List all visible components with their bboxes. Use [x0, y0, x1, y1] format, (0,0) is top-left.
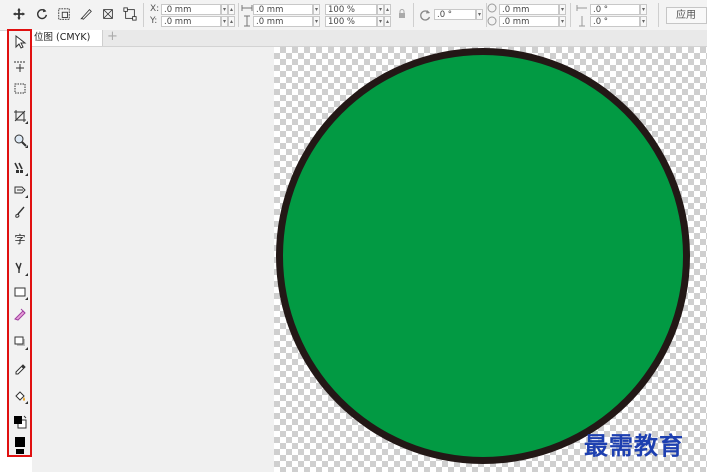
rotation-angle-input[interactable]: .0 °: [434, 9, 476, 20]
green-circle-shape[interactable]: [276, 48, 690, 464]
width-spinner[interactable]: ▾: [313, 4, 320, 15]
document-canvas[interactable]: [274, 47, 707, 472]
separator: [658, 3, 659, 27]
color-swatches[interactable]: [11, 413, 29, 431]
skew-horizontal-input[interactable]: .0 °: [590, 4, 640, 15]
lock-ratio-icon[interactable]: [397, 9, 407, 19]
apply-button[interactable]: 应用: [666, 7, 707, 24]
crop-tool[interactable]: [11, 107, 29, 125]
flyout-indicator: [25, 273, 28, 276]
center-y-spinner[interactable]: ▾: [559, 16, 566, 27]
height-icon: [241, 15, 253, 27]
separator: [570, 3, 571, 27]
object-tool[interactable]: [11, 333, 29, 351]
bounding-box-icon[interactable]: [122, 6, 138, 22]
scale-icon[interactable]: [56, 6, 72, 22]
scale-x-spinner-up[interactable]: ▴: [384, 4, 391, 15]
rotate-icon[interactable]: [34, 6, 50, 22]
separator: [413, 3, 414, 27]
property-bar: X: Y: .0 mm .0 mm ▾ ▴ ▾ ▴ .0 mm .0 mm ▾ …: [0, 0, 707, 31]
center-x-spinner[interactable]: ▾: [559, 4, 566, 15]
toolbox: 字: [7, 29, 32, 457]
center-x-input[interactable]: .0 mm: [499, 4, 559, 15]
distort-icon[interactable]: [100, 6, 116, 22]
width-icon: [241, 2, 253, 14]
y-label: Y:: [150, 16, 158, 26]
flyout-indicator: [25, 195, 28, 198]
separator: [143, 3, 144, 27]
eraser-icon: [14, 308, 26, 321]
scale-x-spinner[interactable]: ▾: [377, 4, 384, 15]
scale-y-spinner[interactable]: ▾: [377, 16, 384, 27]
document-tab-bar: 位图 (CMYK) +: [30, 30, 707, 47]
toolbox-bottom-swatch: [11, 449, 29, 455]
add-tab-icon[interactable]: +: [106, 30, 119, 44]
eraser-tool[interactable]: [11, 305, 29, 323]
separator: [238, 3, 239, 27]
red-eye-tool[interactable]: [11, 159, 29, 177]
swatch-black-icon: [15, 437, 25, 447]
skew-vertical-icon: [576, 15, 588, 27]
marquee-cross-icon: [14, 61, 26, 72]
smudge-tool[interactable]: [11, 181, 29, 199]
width-input[interactable]: .0 mm: [253, 4, 313, 15]
y-position-input[interactable]: .0 mm: [161, 16, 221, 27]
flyout-indicator: [25, 145, 28, 148]
flyout-indicator: [25, 121, 28, 124]
skew-icon[interactable]: [78, 6, 94, 22]
skew-vertical-input[interactable]: .0 °: [590, 16, 640, 27]
x-spinner-up[interactable]: ▴: [228, 4, 235, 15]
y-spinner[interactable]: ▾: [221, 16, 228, 27]
center-y-icon: [486, 15, 498, 27]
scale-x-input[interactable]: 100 %: [325, 4, 377, 15]
freeform-pick-tool[interactable]: [11, 57, 29, 75]
fill-tool[interactable]: [11, 387, 29, 405]
x-label: X:: [150, 4, 160, 14]
text-tool-glyph: 字: [14, 233, 26, 246]
center-y-input[interactable]: .0 mm: [499, 16, 559, 27]
tab-bitmap-cmyk[interactable]: 位图 (CMYK): [30, 30, 103, 46]
height-input[interactable]: .0 mm: [253, 16, 313, 27]
foreground-background-color-icon: [14, 415, 27, 429]
skew-horizontal-icon: [576, 2, 588, 14]
rectangle-mask-tool[interactable]: [11, 79, 29, 97]
rotation-angle-icon: [418, 8, 432, 22]
x-position-input[interactable]: .0 mm: [161, 4, 221, 15]
scale-y-spinner-up[interactable]: ▴: [384, 16, 391, 27]
move-icon[interactable]: [11, 6, 27, 22]
rectangle-mask-icon: [14, 83, 26, 94]
skew-h-spinner[interactable]: ▾: [640, 4, 647, 15]
watermark-text: 最需教育: [584, 431, 684, 460]
paint-tool[interactable]: [11, 203, 29, 221]
zoom-tool[interactable]: [11, 131, 29, 149]
pointer-icon: [15, 35, 27, 49]
flyout-indicator: [25, 347, 28, 350]
paintbrush-icon: [15, 206, 25, 218]
height-spinner[interactable]: ▾: [313, 16, 320, 27]
effect-tool[interactable]: [11, 259, 29, 277]
x-spinner[interactable]: ▾: [221, 4, 228, 15]
skew-v-spinner[interactable]: ▾: [640, 16, 647, 27]
y-spinner-up[interactable]: ▴: [228, 16, 235, 27]
flyout-indicator: [25, 297, 28, 300]
flyout-indicator: [25, 173, 28, 176]
scale-y-input[interactable]: 100 %: [325, 16, 377, 27]
shape-tool[interactable]: [11, 283, 29, 301]
eyedropper-tool[interactable]: [11, 361, 29, 379]
eyedropper-icon: [15, 364, 26, 375]
center-x-icon: [486, 2, 498, 14]
flyout-indicator: [25, 401, 28, 404]
rotation-spinner[interactable]: ▾: [476, 9, 483, 20]
pick-tool[interactable]: [11, 33, 29, 51]
text-tool[interactable]: 字: [11, 231, 29, 249]
